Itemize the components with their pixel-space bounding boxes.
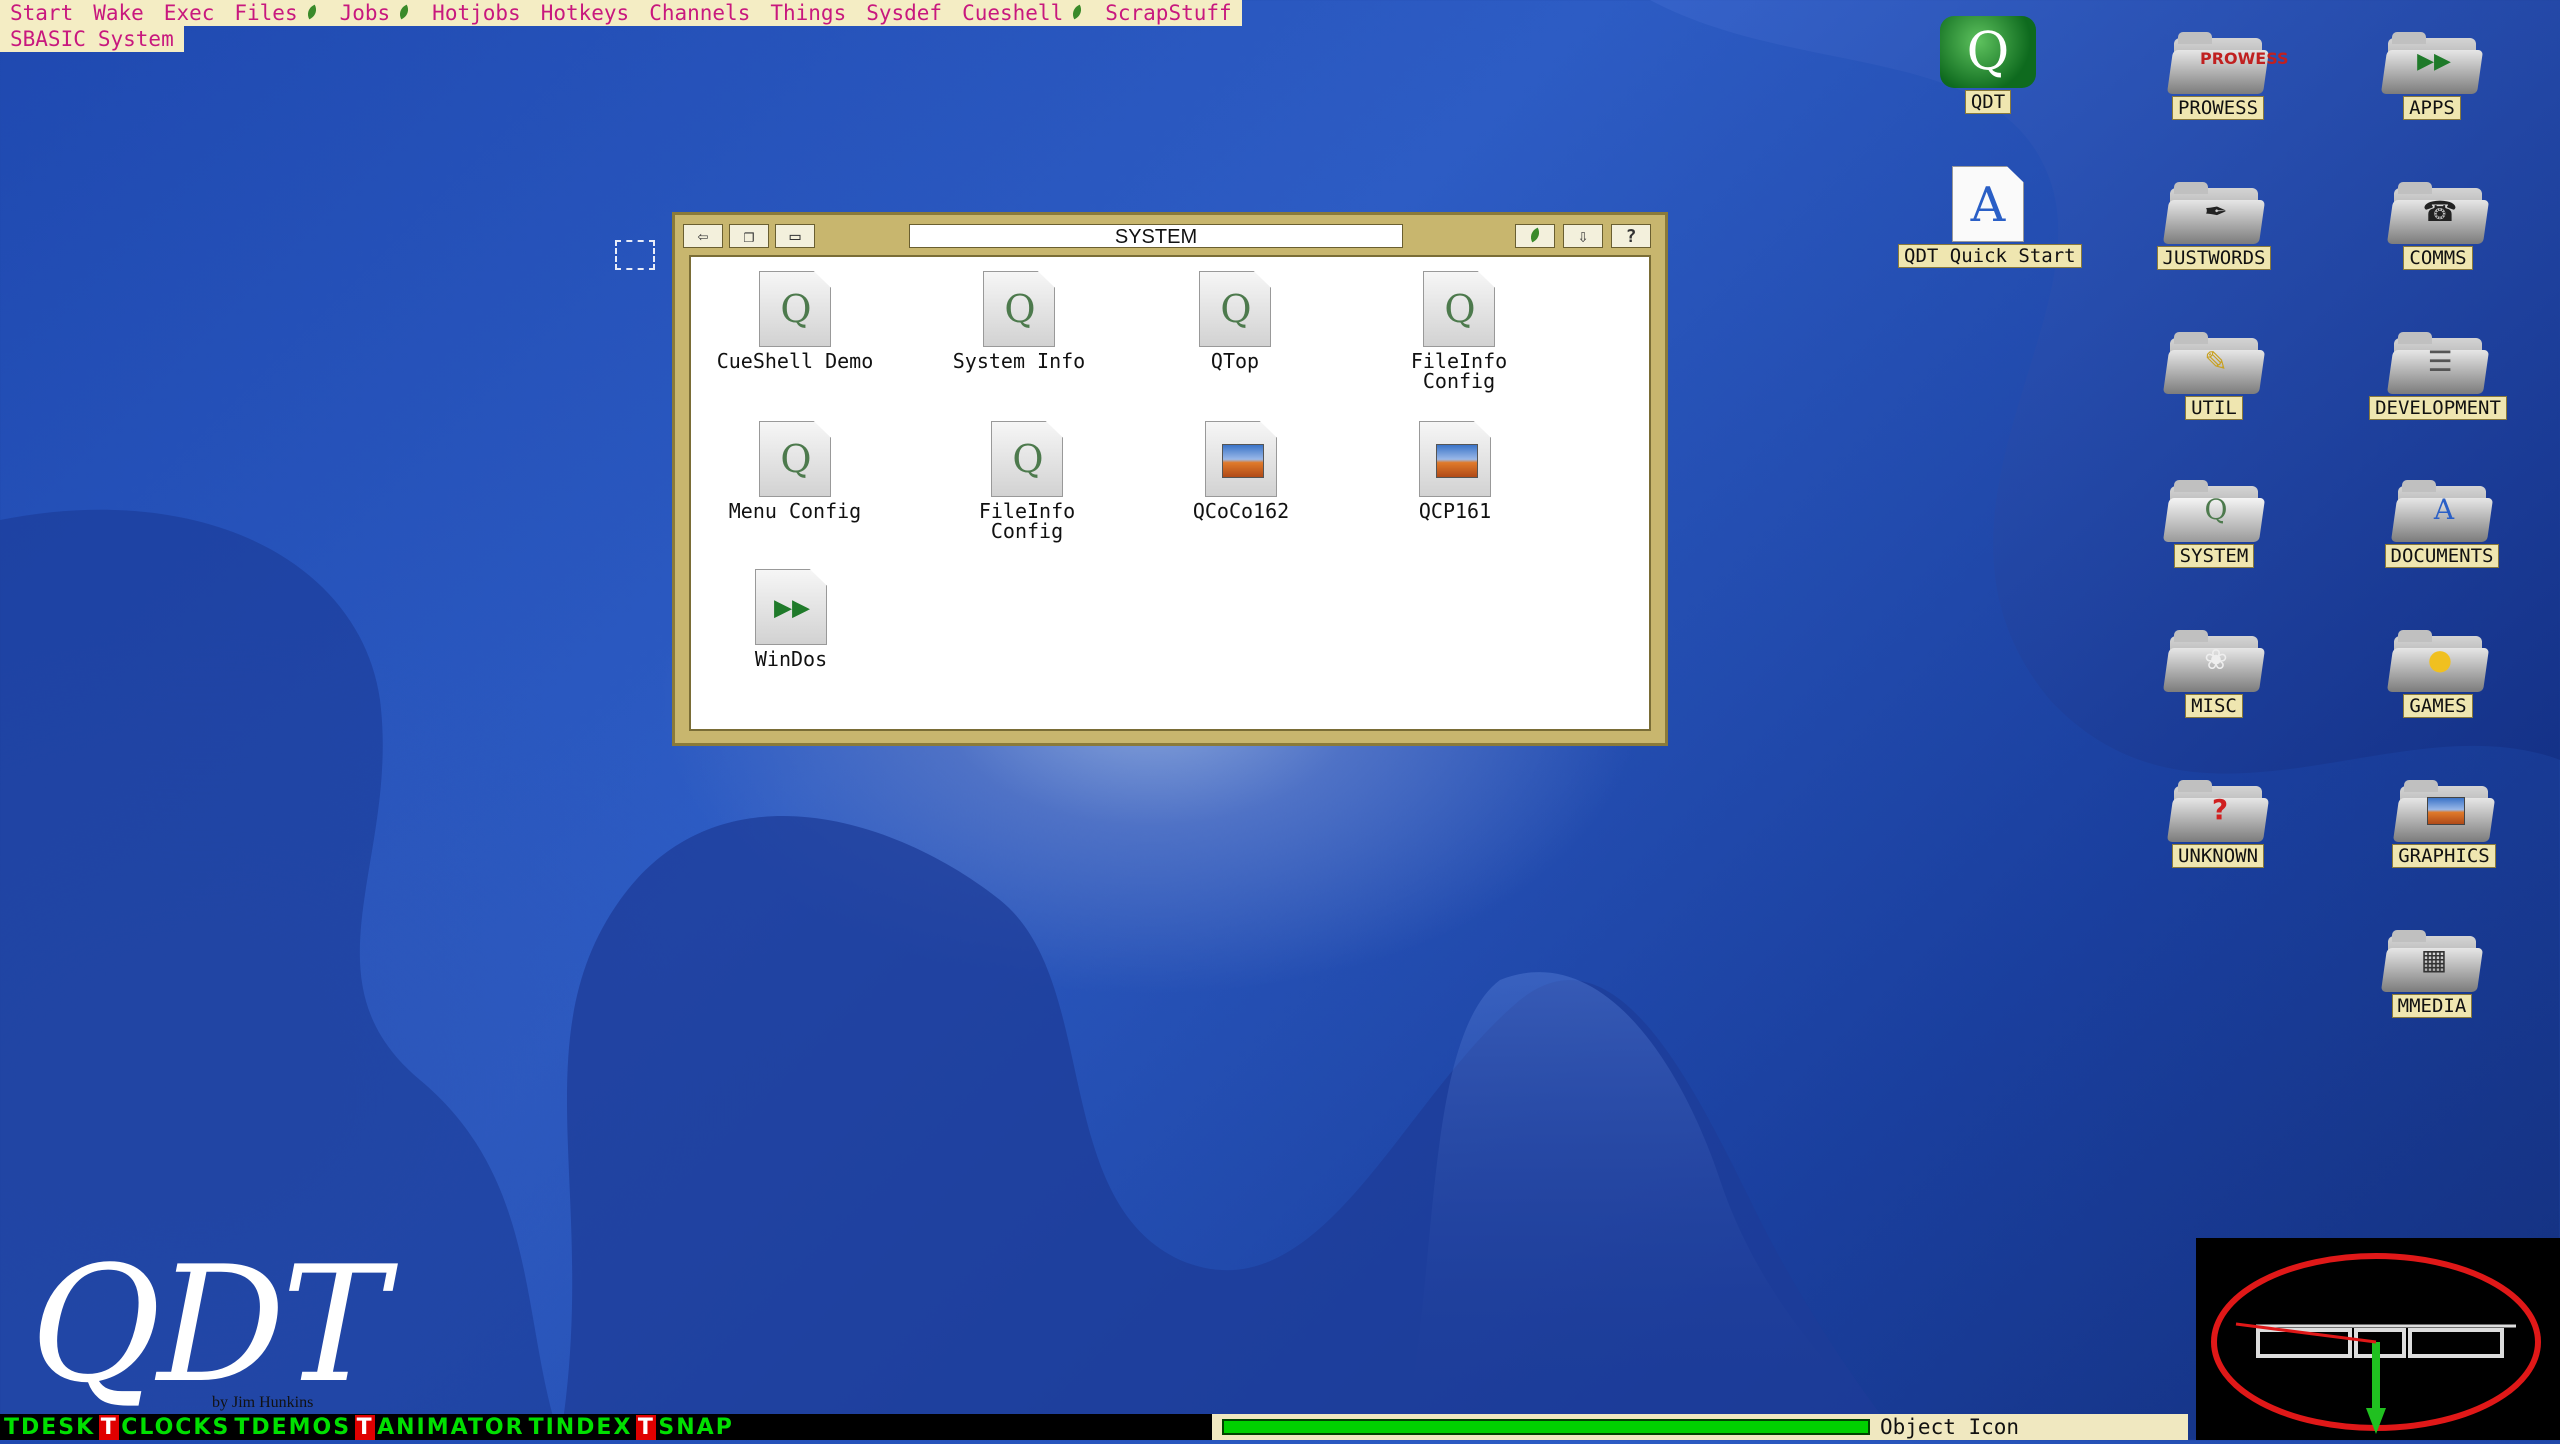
q-document-icon: Q	[759, 271, 831, 347]
minimize-button[interactable]: ⇩	[1563, 224, 1603, 248]
task-tdemos[interactable]: TDEMOS	[234, 1414, 355, 1440]
qdt-app-icon: Q	[1940, 16, 2036, 88]
menu-cueshell[interactable]: Cueshell	[952, 0, 1095, 26]
folder-icon: ?	[2166, 778, 2270, 842]
folder-icon: ✎	[2162, 330, 2266, 394]
image-document-icon	[1419, 421, 1491, 497]
desktop-icon-misc[interactable]: ❀ MISC	[2124, 628, 2304, 718]
desktop-icon-games[interactable]: ● GAMES	[2348, 628, 2528, 718]
top-menu-bar: Start Wake Exec Files Jobs Hotjobs Hotke…	[0, 0, 1242, 26]
q-document-icon: Q	[1423, 271, 1495, 347]
leaf-icon	[1527, 228, 1543, 244]
window-content: Q CueShell Demo Q System Info Q QTop Q F…	[689, 255, 1651, 731]
folder-icon: ✒	[2162, 180, 2266, 244]
status-bar: Object Icon	[1212, 1414, 2188, 1440]
progress-bar	[1222, 1419, 1870, 1435]
task-tindex[interactable]: TINDEX	[529, 1414, 637, 1440]
image-document-icon	[1205, 421, 1277, 497]
taskbar: TDESK T CLOCKS TDEMOS T ANIMATOR TINDEX TS…	[0, 1414, 1212, 1440]
back-button[interactable]: ⇦	[683, 224, 723, 248]
window-title-bar[interactable]: ⇦ ❐ ▭ SYSTEM ⇩ ?	[683, 219, 1657, 253]
folder-icon: ☎	[2386, 180, 2490, 244]
leaf-icon	[304, 5, 320, 21]
menu-wake[interactable]: Wake	[83, 0, 154, 26]
qdt-logo: QDT by Jim Hunkins	[30, 1231, 388, 1418]
help-icon: ?	[1625, 225, 1637, 247]
folder-icon: ▦	[2380, 928, 2484, 992]
desktop-icon-justwords[interactable]: ✒ JUSTWORDS	[2124, 180, 2304, 270]
windows-icon: ❐	[743, 225, 755, 247]
folder-icon: ▶▶	[2380, 30, 2484, 94]
folder-icon: A	[2390, 478, 2494, 542]
folder-icon: ❀	[2162, 628, 2266, 692]
top-menu-bar-row2: SBASIC System	[0, 26, 184, 52]
menu-hotjobs[interactable]: Hotjobs	[422, 0, 531, 26]
panel-icon: ▭	[789, 225, 801, 247]
clock-face-icon	[2211, 1253, 2541, 1434]
logo-byline: by Jim Hunkins	[212, 1394, 314, 1411]
menu-hotkeys[interactable]: Hotkeys	[531, 0, 640, 26]
window-title: SYSTEM	[909, 224, 1403, 248]
desktop-icon-graphics[interactable]: GRAPHICS	[2354, 778, 2534, 868]
folder-icon: ●	[2386, 628, 2490, 692]
folder-icon	[2392, 778, 2496, 842]
file-item[interactable]: ▶▶ WinDos	[691, 569, 891, 669]
help-button[interactable]: ?	[1611, 224, 1651, 248]
file-item[interactable]: Q Menu Config	[695, 421, 895, 521]
desktop-icon-apps[interactable]: ▶▶ APPS	[2342, 30, 2522, 120]
q-document-icon: Q	[991, 421, 1063, 497]
arrow-left-icon: ⇦	[697, 225, 709, 247]
desktop-icon-unknown[interactable]: ? UNKNOWN	[2128, 778, 2308, 868]
leaf-icon	[1069, 5, 1085, 21]
task-tdesk[interactable]: TDESK	[0, 1414, 99, 1440]
status-text: Object Icon	[1880, 1415, 2020, 1439]
folder-icon: ☰	[2386, 330, 2490, 394]
file-item[interactable]: Q FileInfo Config	[1359, 271, 1559, 391]
task-animator[interactable]: T ANIMATOR	[355, 1414, 528, 1440]
desktop-icon-util[interactable]: ✎ UTIL	[2124, 330, 2304, 420]
selection-marquee	[615, 240, 655, 270]
folder-icon: PROWESS	[2166, 30, 2289, 94]
menu-jobs[interactable]: Jobs	[330, 0, 423, 26]
menu-scrapstuff[interactable]: ScrapStuff	[1095, 0, 1241, 26]
desktop-icon-comms[interactable]: ☎ COMMS	[2348, 180, 2528, 270]
menu-sbasic[interactable]: SBASIC	[0, 26, 96, 52]
arrow-down-icon: ⇩	[1577, 225, 1589, 247]
file-item[interactable]: Q QTop	[1135, 271, 1335, 371]
wake-button[interactable]	[1515, 224, 1555, 248]
menu-things[interactable]: Things	[760, 0, 856, 26]
desktop-icon-mmedia[interactable]: ▦ MMEDIA	[2342, 928, 2522, 1018]
task-clocks[interactable]: T CLOCKS	[99, 1414, 234, 1440]
desktop-icon-documents[interactable]: A DOCUMENTS	[2352, 478, 2532, 568]
q-document-icon: Q	[983, 271, 1055, 347]
menu-exec[interactable]: Exec	[154, 0, 225, 26]
desktop-icon-prowess[interactable]: PROWESS PROWESS	[2128, 30, 2308, 120]
desktop-icon-system[interactable]: Q SYSTEM	[2124, 478, 2304, 568]
task-snap[interactable]: T SNAP	[636, 1414, 737, 1440]
cascade-button[interactable]: ❐	[729, 224, 769, 248]
menu-files[interactable]: Files	[224, 0, 329, 26]
q-document-icon: Q	[1199, 271, 1271, 347]
menu-sysdef[interactable]: Sysdef	[856, 0, 952, 26]
file-item[interactable]: Q FileInfo Config	[927, 421, 1127, 541]
leaf-icon	[396, 5, 412, 21]
system-window: ⇦ ❐ ▭ SYSTEM ⇩ ? Q CueShell Demo Q Syste…	[672, 212, 1668, 746]
menu-channels[interactable]: Channels	[639, 0, 760, 26]
menu-system[interactable]: System	[96, 26, 184, 52]
layout-button[interactable]: ▭	[775, 224, 815, 248]
file-item[interactable]: Q CueShell Demo	[695, 271, 895, 371]
document-icon: A	[1952, 166, 2024, 242]
file-item[interactable]: QCP161	[1355, 421, 1555, 521]
desktop-icon-qdt[interactable]: Q QDT	[1898, 16, 2078, 114]
q-document-icon: Q	[759, 421, 831, 497]
clock-widget[interactable]	[2196, 1238, 2560, 1440]
folder-icon: Q	[2162, 478, 2266, 542]
desktop-icon-development[interactable]: ☰ DEVELOPMENT	[2348, 330, 2528, 420]
desktop-icon-qdt-quick-start[interactable]: A QDT Quick Start	[1898, 166, 2082, 268]
menu-start[interactable]: Start	[0, 0, 83, 26]
file-item[interactable]: Q System Info	[919, 271, 1119, 371]
fast-forward-document-icon: ▶▶	[755, 569, 827, 645]
file-item[interactable]: QCoCo162	[1141, 421, 1341, 521]
